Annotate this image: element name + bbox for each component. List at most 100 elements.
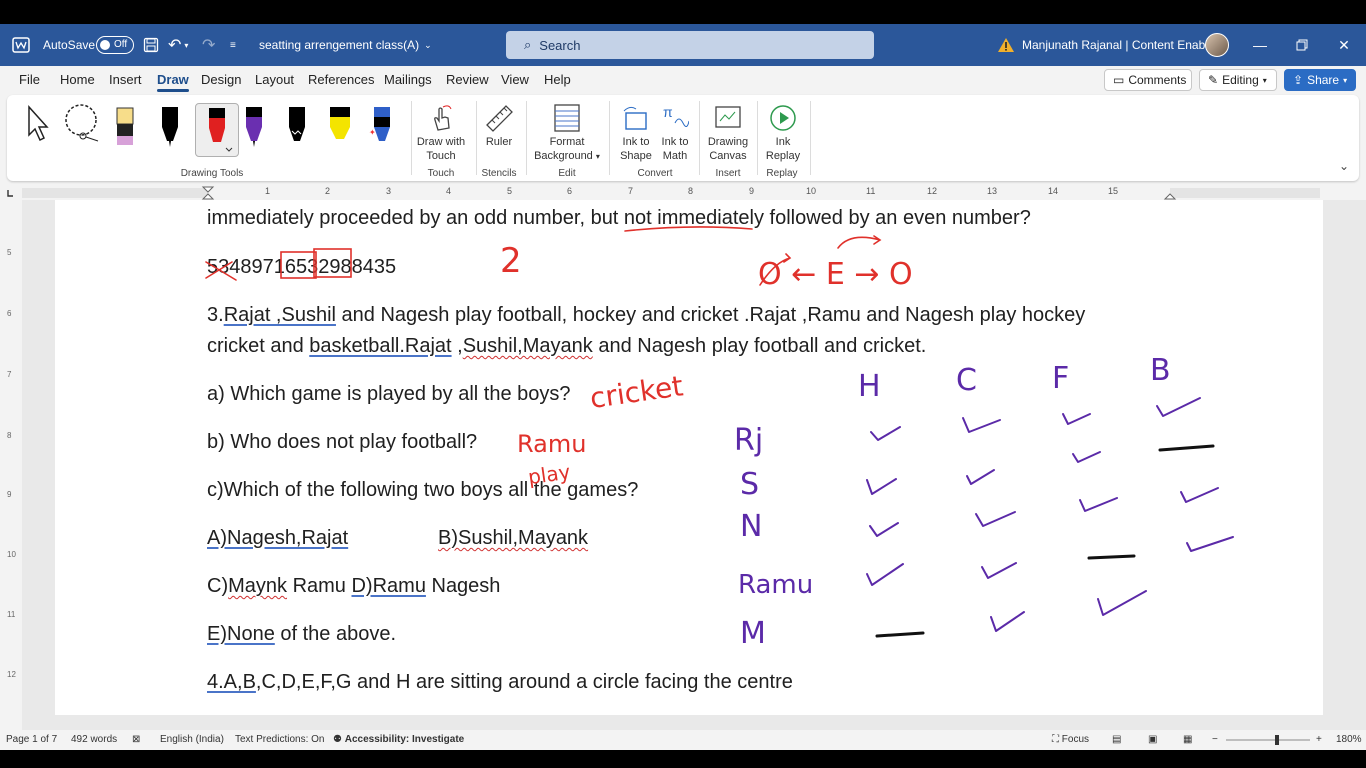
doc-option-e[interactable]: E)None of the above.: [207, 623, 396, 646]
user-name[interactable]: Manjunath Rajanal | Content Enablers: [1022, 24, 1225, 66]
ruler-number: 5: [7, 248, 12, 257]
comment-icon: ▭: [1113, 73, 1125, 87]
pen-purple[interactable]: [239, 103, 269, 163]
tab-layout[interactable]: Layout: [255, 66, 294, 94]
doc-question-b[interactable]: b) Who does not play football?: [207, 431, 477, 454]
zoom-slider[interactable]: [1224, 730, 1312, 750]
doc-question-3-line-2[interactable]: cricket and basketball.Rajat ,Sushil,May…: [207, 335, 926, 358]
doc-number-sequence[interactable]: 53489716532988435: [207, 256, 396, 279]
horizontal-ruler[interactable]: 1 2 3 4 5 6 7 8 9 10 11 12 13 14 15: [0, 186, 1366, 200]
drawing-canvas-button[interactable]: Drawing Canvas: [704, 101, 752, 163]
customize-toolbar-icon[interactable]: ≡: [230, 24, 236, 66]
avatar[interactable]: [1205, 33, 1229, 57]
doc-question-3-line-1[interactable]: 3.Rajat ,Sushil and Nagesh play football…: [207, 304, 1085, 327]
ruler-number: 12: [927, 186, 938, 196]
ink-to-math-button[interactable]: π Ink to Math: [655, 101, 695, 163]
group-label-insert: Insert: [715, 168, 741, 179]
tab-help[interactable]: Help: [544, 66, 571, 94]
focus-button[interactable]: ⛶ Focus: [1052, 730, 1089, 750]
ruler-number: 4: [446, 186, 452, 196]
svg-text:✦: ✦: [369, 128, 376, 137]
ruler-number: 8: [688, 186, 694, 196]
doc-line-1[interactable]: immediately proceeded by an odd number, …: [207, 207, 1031, 230]
vertical-ruler[interactable]: 5 6 7 8 9 10 11 12: [0, 200, 22, 730]
ruler-number: 5: [507, 186, 513, 196]
tab-references[interactable]: References: [308, 66, 374, 94]
group-separator: [810, 101, 811, 175]
tab-file[interactable]: File: [19, 66, 40, 94]
ink-replay-button[interactable]: Ink Replay: [760, 101, 806, 163]
tab-view[interactable]: View: [501, 66, 529, 94]
ribbon-tabs: File Home Insert Draw Design Layout Refe…: [0, 66, 1366, 94]
draw-ribbon: ✦ Drawing Tools Draw with Touch Touch Ru…: [7, 95, 1359, 181]
format-background-button[interactable]: Format Background ▾: [529, 101, 605, 164]
lasso-select-icon[interactable]: [62, 103, 102, 147]
word-count[interactable]: 492 words: [71, 730, 117, 750]
group-label-convert: Convert: [637, 168, 673, 179]
page-count[interactable]: Page 1 of 7: [6, 730, 57, 750]
select-tool-icon[interactable]: [23, 103, 53, 147]
tab-insert[interactable]: Insert: [109, 66, 142, 94]
collapse-ribbon-icon[interactable]: ⌄: [1339, 159, 1349, 173]
group-label-touch: Touch: [427, 168, 455, 179]
ink-to-shape-button[interactable]: Ink to Shape: [616, 101, 656, 163]
tab-home[interactable]: Home: [60, 66, 95, 94]
doc-question-4[interactable]: 4.A,B,C,D,E,F,G and H are sitting around…: [207, 671, 793, 694]
zoom-in-icon[interactable]: +: [1316, 730, 1322, 750]
doc-option-c-d[interactable]: C)Maynk Ramu D)Ramu Nagesh: [207, 575, 500, 598]
undo-icon[interactable]: ↶ ▾: [168, 24, 188, 66]
accessibility-status[interactable]: ⚉ Accessibility: Investigate: [333, 730, 464, 750]
save-icon[interactable]: [143, 24, 159, 66]
ruler-number: 7: [7, 370, 12, 379]
autosave-toggle[interactable]: Off: [96, 36, 134, 54]
doc-option-a[interactable]: A)Nagesh,Rajat: [207, 527, 348, 550]
ink-replay-icon: [760, 101, 806, 135]
draw-with-touch-button[interactable]: Draw with Touch: [412, 101, 470, 163]
print-layout-icon[interactable]: ▣: [1148, 730, 1157, 750]
group-label-stencils: Stencils: [481, 168, 517, 179]
language[interactable]: English (India): [160, 730, 224, 750]
read-mode-icon[interactable]: ▤: [1112, 730, 1121, 750]
zoom-out-icon[interactable]: −: [1212, 730, 1218, 750]
ruler-number: 6: [7, 309, 12, 318]
share-button[interactable]: ⇪ Share ▾: [1284, 69, 1356, 91]
pen-black-2[interactable]: [282, 103, 312, 163]
ruler-number: 11: [7, 610, 16, 619]
warning-icon[interactable]: [997, 24, 1015, 66]
redo-icon[interactable]: ↷: [202, 24, 215, 66]
restore-icon[interactable]: [1280, 24, 1324, 66]
highlighter-yellow[interactable]: [325, 103, 355, 163]
pen-black[interactable]: [155, 103, 185, 163]
pen-red-selected[interactable]: [195, 103, 239, 157]
doc-question-c[interactable]: c)Which of the following two boys all th…: [207, 479, 638, 502]
doc-question-a[interactable]: a) Which game is played by all the boys?: [207, 383, 571, 406]
comments-button[interactable]: ▭ Comments: [1104, 69, 1192, 91]
tab-review[interactable]: Review: [446, 66, 489, 94]
ruler-number: 6: [567, 186, 573, 196]
ink-to-shape-icon: [616, 101, 656, 135]
editing-mode-button[interactable]: ✎ Editing ▾: [1199, 69, 1277, 91]
tab-mailings[interactable]: Mailings: [384, 66, 432, 94]
zoom-level[interactable]: 180%: [1336, 730, 1362, 750]
proofing-icon[interactable]: ⊠: [132, 730, 140, 750]
text-predictions[interactable]: Text Predictions: On: [235, 730, 324, 750]
tab-design[interactable]: Design: [201, 66, 241, 94]
search-box[interactable]: ⌕ Search: [506, 31, 874, 59]
ruler-number: 11: [866, 186, 876, 196]
ruler-icon: [480, 101, 518, 135]
close-icon[interactable]: ✕: [1322, 24, 1366, 66]
group-separator: [699, 101, 700, 175]
group-label-drawing-tools: Drawing Tools: [180, 168, 244, 179]
drawing-canvas-icon: [704, 101, 752, 135]
document-title[interactable]: seatting arrengement class(A) ⌄: [259, 24, 432, 66]
ink-to-math-icon: π: [655, 101, 695, 135]
minimize-icon[interactable]: —: [1238, 24, 1282, 66]
doc-option-b[interactable]: B)Sushil,Mayank: [438, 527, 588, 550]
pen-galaxy-blue[interactable]: ✦: [367, 103, 397, 163]
tab-draw[interactable]: Draw: [157, 66, 189, 94]
web-layout-icon[interactable]: ▦: [1183, 730, 1192, 750]
format-background-icon: [529, 101, 605, 135]
ruler-button[interactable]: Ruler: [480, 101, 518, 149]
word-logo-icon[interactable]: [12, 24, 30, 66]
eraser-tool[interactable]: [112, 103, 142, 163]
